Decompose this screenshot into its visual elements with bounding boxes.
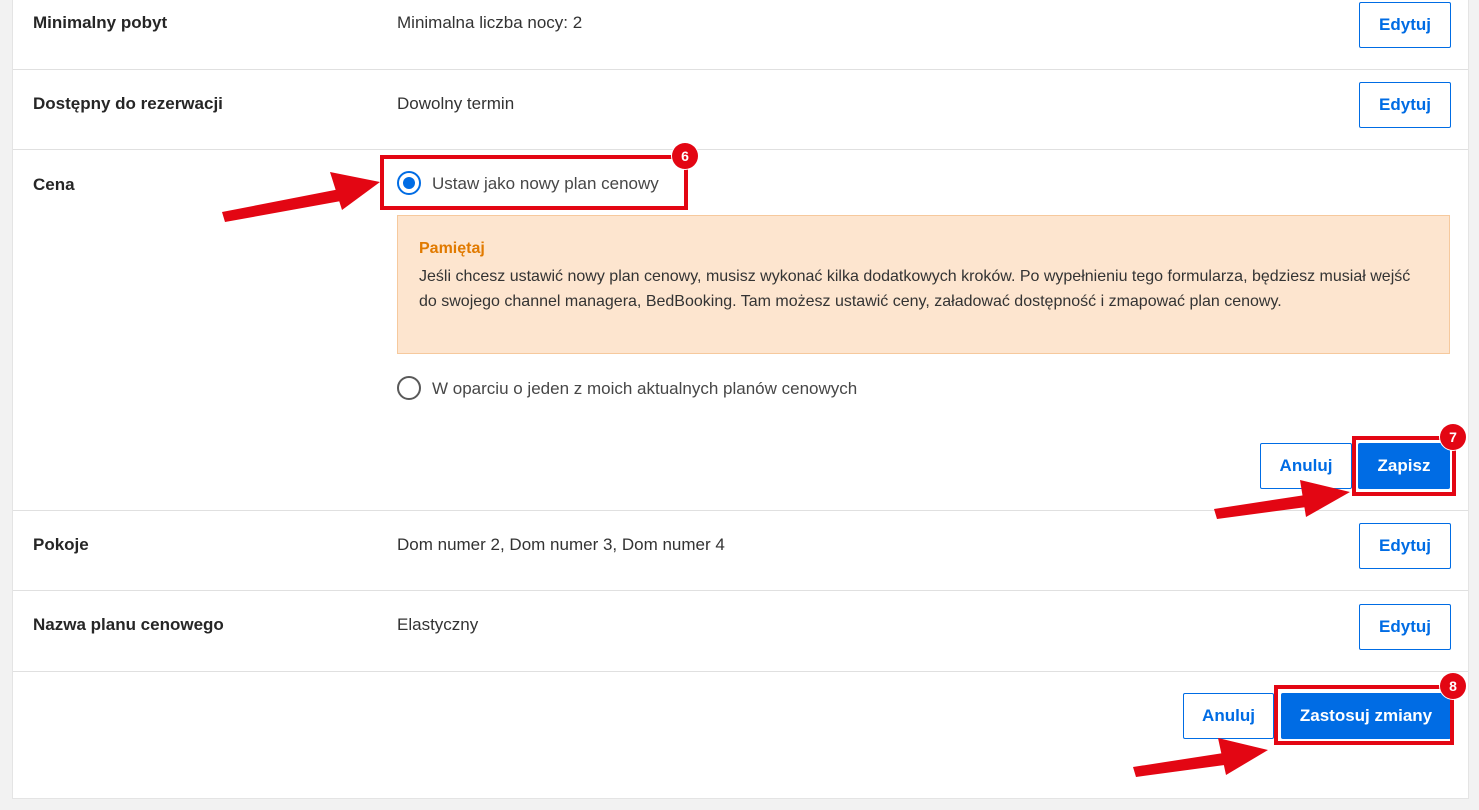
arrow-to-save-icon <box>1214 480 1350 519</box>
annotation-arrows <box>222 172 1350 777</box>
arrow-to-radio-icon <box>222 172 380 222</box>
arrow-to-apply-icon <box>1133 738 1268 777</box>
